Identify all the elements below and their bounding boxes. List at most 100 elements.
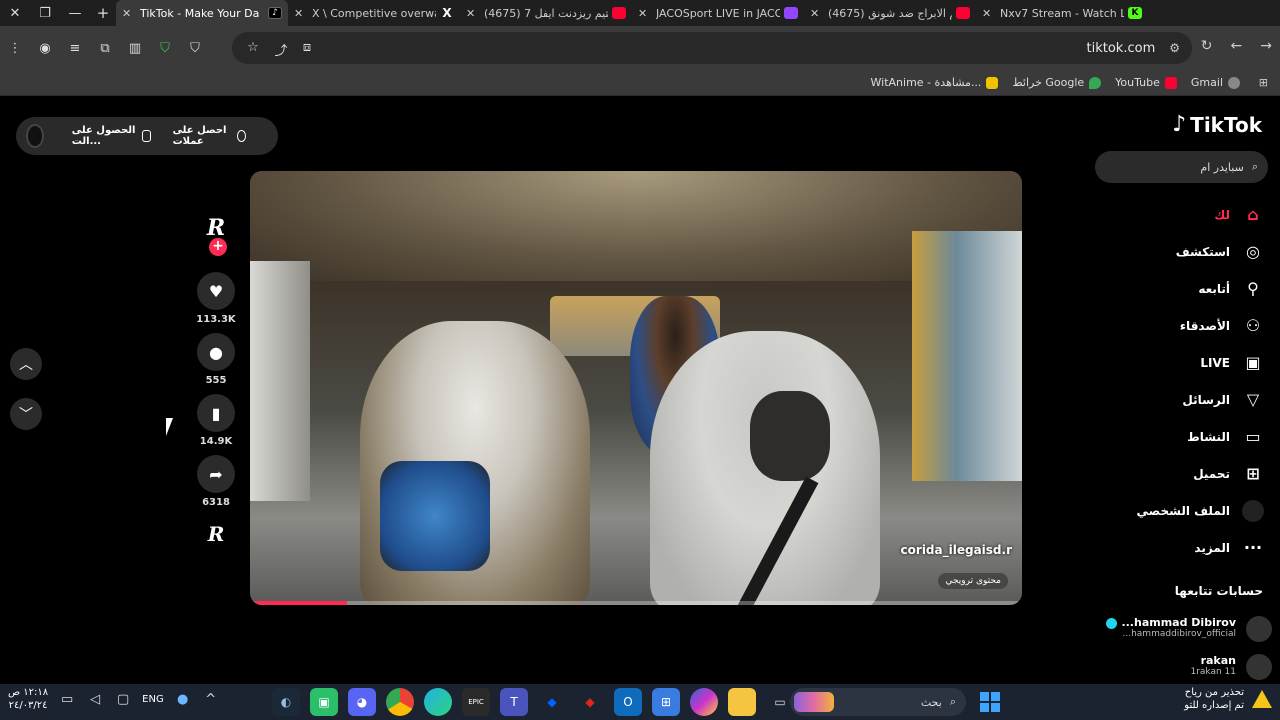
all-bookmarks-icon[interactable]: ⊞ [1259, 76, 1268, 89]
tab-close-icon[interactable]: ✕ [982, 7, 996, 20]
file-explorer-icon[interactable] [728, 688, 756, 716]
forward-icon[interactable]: → [1260, 38, 1272, 54]
browser-tab-kick[interactable]: ✕ Nxv7 Stream - Watch Live K [976, 0, 1148, 26]
browser-tab-tiktok[interactable]: ✕ TikTok - Make Your Da ♪ [116, 0, 288, 26]
shield-icon[interactable]: ⛉ [150, 41, 180, 56]
like-button[interactable]: ♥ [197, 272, 235, 310]
sidebar-item-explore[interactable]: استكشف ◎ [1064, 233, 1264, 270]
taskbar-search[interactable]: بحث ⌕ [790, 688, 966, 716]
creator-avatar[interactable]: R + [196, 208, 236, 256]
browser-tab-youtube-1[interactable]: ✕ (4675) تختيم ريزدنت ايفل 7 [460, 0, 632, 26]
reload-icon[interactable]: ↻ [1201, 38, 1213, 54]
following-account[interactable]: ...hammad Dibirov ...hammaddibirov_offic… [1072, 616, 1272, 642]
sidebar-item-activity[interactable]: النشاط ▭ [1064, 418, 1264, 455]
steam-icon[interactable]: ◐ [272, 688, 300, 716]
share-button[interactable]: ➦ [197, 455, 235, 493]
tab-close-icon[interactable]: ✕ [638, 7, 652, 20]
chevron-up-icon[interactable]: ^ [202, 692, 220, 707]
video-frame-mask [750, 391, 830, 481]
chrome-icon[interactable] [386, 688, 414, 716]
outlook-icon[interactable]: O [614, 688, 642, 716]
store-icon[interactable]: ⊞ [652, 688, 680, 716]
sidebar-item-following[interactable]: أتابعه ⚲ [1064, 270, 1264, 307]
tab-close-icon[interactable]: ✕ [810, 7, 824, 20]
epic-games-icon[interactable]: EPIC [462, 688, 490, 716]
sidebar-item-messages[interactable]: الرسائل ▽ [1064, 381, 1264, 418]
address-bar[interactable]: tiktok.com ⚙ [232, 32, 1192, 64]
new-tab-button[interactable]: + [90, 4, 116, 22]
follow-button[interactable]: + [209, 238, 227, 256]
get-coins-button[interactable]: احصل على عملات [173, 125, 246, 147]
tab-title: Nxv7 Stream - Watch Live [1000, 6, 1124, 20]
discord-icon[interactable]: ◕ [348, 688, 376, 716]
share-count: 6318 [202, 497, 230, 508]
teams-icon[interactable]: T [500, 688, 528, 716]
close-window-button[interactable]: ✕ [0, 6, 30, 21]
volume-icon[interactable]: ◁ [86, 692, 104, 707]
menu-icon[interactable]: ⋮ [0, 41, 30, 56]
red-app-icon[interactable]: ◆ [576, 688, 604, 716]
star-icon[interactable]: ☆ [238, 40, 268, 55]
video-player[interactable]: corida_ilegaisd.r محتوى ترويجي [250, 171, 1022, 605]
bookmark-label: WitAnime - مشاهدة... [870, 76, 982, 89]
get-app-bar: الحصول على الت... احصل على عملات [16, 117, 278, 155]
language-indicator[interactable]: ENG [142, 694, 164, 705]
profile-icon[interactable]: ◉ [30, 41, 60, 56]
browser-tab-twitch[interactable]: ✕ JACOSport LIVE in JACO - J [632, 0, 804, 26]
sidebar-item-profile[interactable]: الملف الشخصي [1064, 492, 1264, 529]
following-account[interactable]: rakan 1rakan 11 [1072, 654, 1272, 680]
bookmark-gmail[interactable]: Gmail [1191, 76, 1240, 89]
home-icon: ⌂ [1247, 205, 1259, 224]
site-settings-icon[interactable]: ⚙ [1169, 41, 1180, 55]
tab-close-icon[interactable]: ✕ [466, 7, 480, 20]
network-icon[interactable]: ▢ [114, 692, 132, 707]
sidebar-item-upload[interactable]: تحميل ⊞ [1064, 455, 1264, 492]
back-icon[interactable]: ← [1231, 38, 1243, 54]
weather-notification[interactable]: تحذير من رياح تم إصداره للتو [1184, 686, 1272, 712]
get-app-button[interactable]: الحصول على الت... [72, 125, 151, 147]
search-icon[interactable]: ⌕ [1252, 160, 1258, 174]
translate-icon[interactable]: ⧈ [292, 40, 322, 55]
bookmark-maps[interactable]: خرائط Google [1012, 76, 1102, 89]
microphone-icon[interactable]: ● [174, 692, 192, 707]
tiktok-logo[interactable]: ♪ TikTok [1172, 112, 1262, 137]
warning-icon [1252, 690, 1272, 708]
browser-tab-youtube-2[interactable]: ✕ (4675) تيم الابراج ضد شونق [804, 0, 976, 26]
sidebar-item-more[interactable]: المزيد ··· [1064, 529, 1264, 566]
windows-logo-pane [980, 692, 989, 701]
dropbox-icon[interactable]: ◆ [538, 688, 566, 716]
browser-tab-x[interactable]: ✕ X \ Competitive overwatch X [288, 0, 460, 26]
minimize-window-button[interactable]: — [60, 6, 90, 21]
tab-close-icon[interactable]: ✕ [294, 7, 308, 20]
battery-icon[interactable]: ▭ [58, 692, 76, 707]
bookmark-witanime[interactable]: WitAnime - مشاهدة... [871, 76, 999, 89]
gamepad-icon[interactable]: ▣ [310, 688, 338, 716]
promoted-content-badge[interactable]: محتوى ترويجي [938, 573, 1008, 589]
tab-close-icon[interactable]: ✕ [122, 7, 136, 20]
previous-video-button[interactable]: ︿ [10, 348, 42, 380]
video-progress-bar[interactable] [250, 601, 1022, 605]
sidebar-item-label: LIVE [1200, 355, 1230, 370]
extensions-icon[interactable]: ⧉ [90, 41, 120, 56]
sidebar-item-friends[interactable]: الأصدقاء ⚇ [1064, 307, 1264, 344]
bookmark-youtube[interactable]: YouTube [1115, 76, 1177, 89]
next-video-button[interactable]: ﹀ [10, 398, 42, 430]
music-disc[interactable]: R [198, 516, 234, 552]
media-control-icon[interactable]: ≡ [60, 41, 90, 56]
copilot-icon[interactable] [690, 688, 718, 716]
restore-window-button[interactable]: ❐ [30, 6, 60, 21]
start-button[interactable] [980, 692, 1000, 712]
edge-icon[interactable] [424, 688, 452, 716]
save-button[interactable]: ▮ [197, 394, 235, 432]
shield-outline-icon[interactable]: ⛉ [180, 41, 210, 56]
clock[interactable]: ١٢:١٨ ص ٢٤/٠٣/٢٤ [8, 686, 48, 712]
comment-button[interactable]: ● [197, 333, 235, 371]
notification-title: تحذير من رياح [1184, 687, 1244, 698]
sidebar-item-live[interactable]: LIVE ▣ [1064, 344, 1264, 381]
search-input[interactable]: سبايدر ام ⌕ [1095, 151, 1268, 183]
sidebar-item-for-you[interactable]: لك ⌂ [1064, 196, 1264, 233]
user-avatar[interactable] [26, 124, 44, 148]
extension-icon[interactable]: ▥ [120, 41, 150, 56]
following-accounts-title: حسابات تتابعها [1174, 584, 1263, 598]
pinned-apps: ◐ ▣ ◕ EPIC T ◆ ◆ O ⊞ ▭ [272, 688, 794, 716]
